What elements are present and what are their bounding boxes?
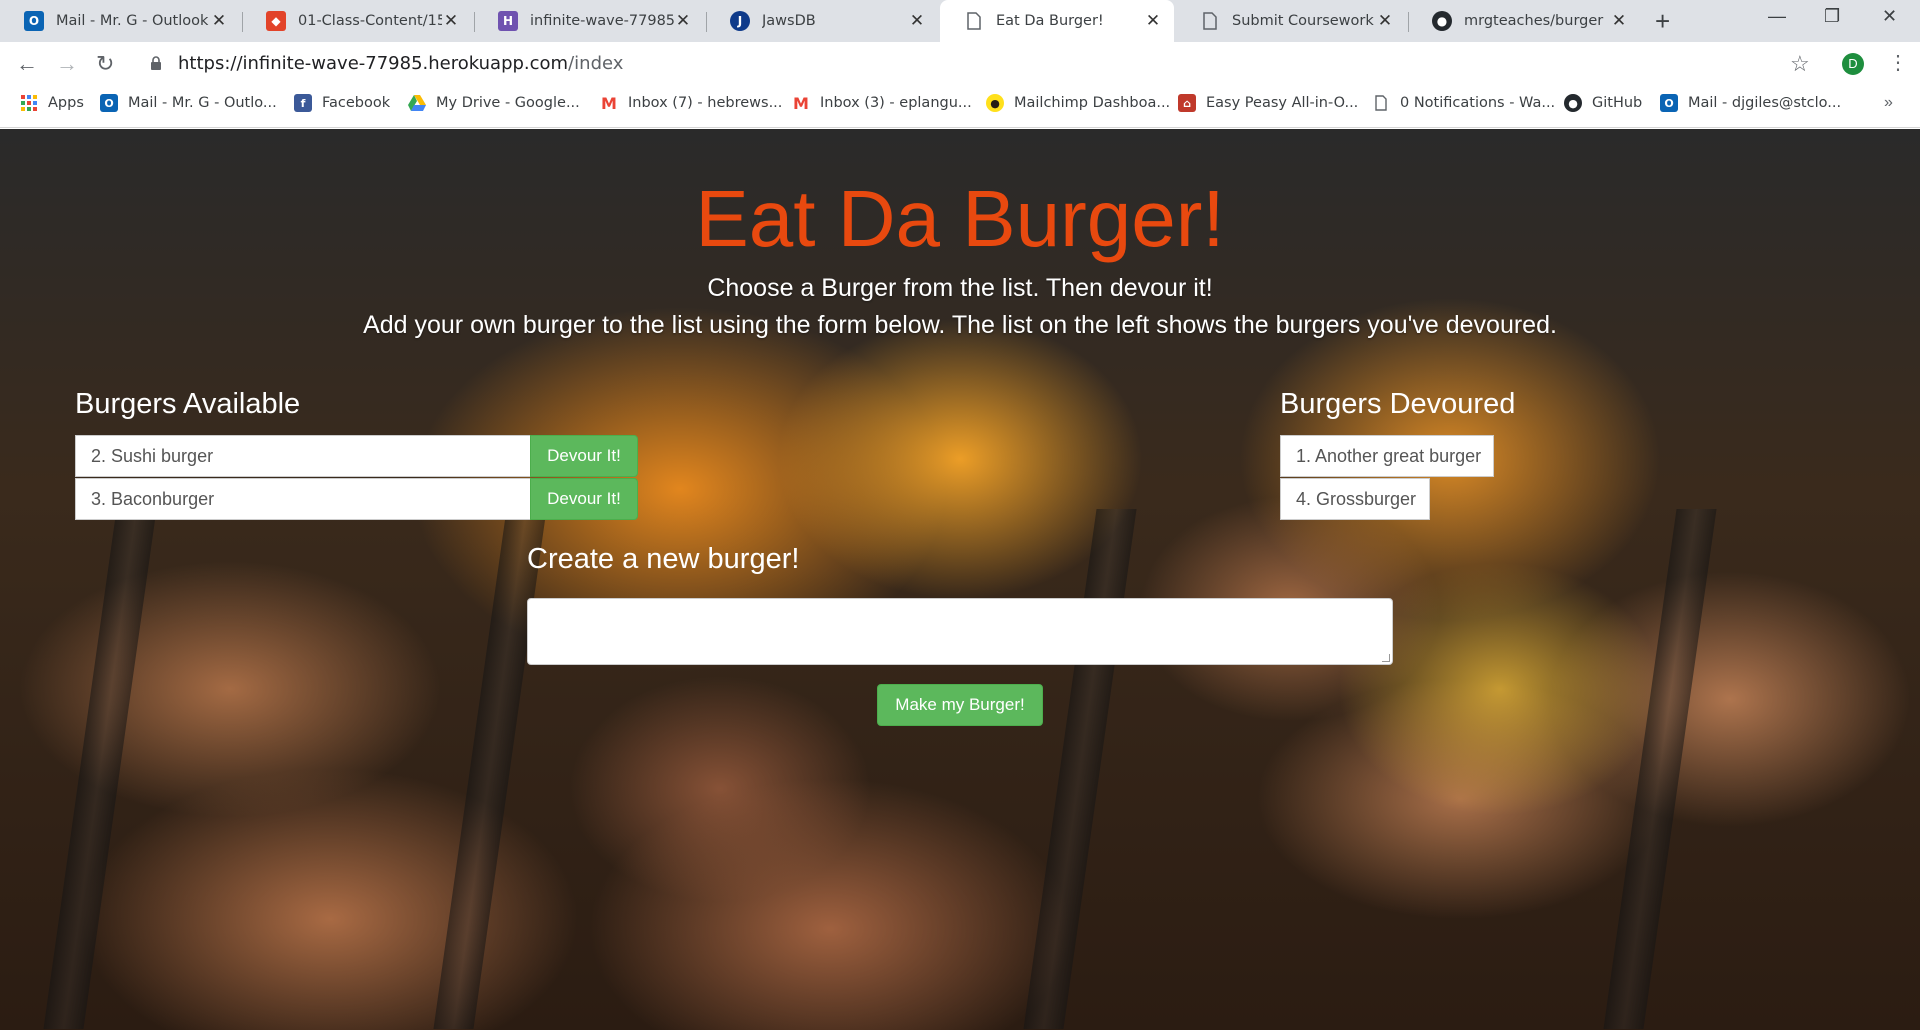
page-background: Eat Da Burger! Choose a Burger from the … bbox=[0, 129, 1920, 1030]
close-icon[interactable]: ✕ bbox=[674, 12, 692, 30]
tab-title: JawsDB bbox=[762, 13, 816, 29]
mailchimp-icon: ● bbox=[986, 94, 1004, 112]
page-subtitle-2: Add your own burger to the list using th… bbox=[363, 311, 1557, 339]
bookmark-star-icon[interactable]: ☆ bbox=[1790, 51, 1810, 77]
tab-title: 01-Class-Content/15-s bbox=[298, 13, 442, 29]
close-icon[interactable]: ✕ bbox=[908, 12, 926, 30]
jawsdb-icon: J bbox=[730, 11, 750, 31]
grill-bar bbox=[433, 509, 547, 1029]
bookmark-outlook-djgiles[interactable]: O Mail - djgiles@stclo... bbox=[1660, 94, 1841, 112]
restore-icon[interactable]: ❐ bbox=[1824, 6, 1840, 27]
page-icon bbox=[1200, 11, 1220, 31]
page-subtitle-1: Choose a Burger from the list. Then devo… bbox=[707, 274, 1213, 302]
create-burger-label: Create a new burger! bbox=[527, 543, 800, 575]
available-burger-item: 3. Baconburger bbox=[75, 478, 531, 520]
grill-bar bbox=[1023, 509, 1137, 1029]
bookmark-label: Inbox (7) - hebrews... bbox=[628, 95, 783, 111]
bookmark-label: Mail - djgiles@stclo... bbox=[1688, 95, 1842, 111]
tab-title: Eat Da Burger! bbox=[996, 13, 1104, 29]
devour-button[interactable]: Devour It! bbox=[530, 435, 638, 477]
address-bar[interactable]: https://infinite-wave-77985.herokuapp.co… bbox=[178, 53, 623, 74]
tab-title: mrgteaches/burger bbox=[1464, 13, 1604, 29]
page-icon bbox=[964, 11, 984, 31]
devour-button[interactable]: Devour It! bbox=[530, 478, 638, 520]
outlook-icon: O bbox=[100, 94, 118, 112]
tab-title: infinite-wave-77985 | H bbox=[530, 13, 674, 29]
page-title: Eat Da Burger! bbox=[695, 174, 1225, 263]
bookmark-gmail-eplangu[interactable]: M Inbox (3) - eplangu... bbox=[792, 93, 972, 113]
burgers-available-heading: Burgers Available bbox=[75, 388, 301, 420]
bookmark-gmail-hebrews[interactable]: M Inbox (7) - hebrews... bbox=[600, 93, 783, 113]
bookmark-apps[interactable]: Apps bbox=[20, 94, 84, 112]
bookmark-label: Easy Peasy All-in-O... bbox=[1206, 95, 1359, 111]
profile-avatar[interactable]: D bbox=[1842, 53, 1864, 75]
bookmark-label: Inbox (3) - eplangu... bbox=[820, 95, 972, 111]
bookmark-label: Mailchimp Dashboa... bbox=[1014, 95, 1171, 111]
devoured-burger-item: 4. Grossburger bbox=[1280, 478, 1430, 520]
bookmark-label: GitHub bbox=[1592, 95, 1643, 111]
resize-grip-icon[interactable] bbox=[1382, 654, 1390, 662]
tab-gitlab[interactable]: ◆ 01-Class-Content/15-s ✕ bbox=[242, 0, 472, 42]
close-icon[interactable]: ✕ bbox=[1610, 12, 1628, 30]
apps-grid-icon bbox=[20, 94, 38, 112]
close-icon[interactable]: ✕ bbox=[1144, 12, 1162, 30]
burger-name-textarea[interactable] bbox=[527, 598, 1393, 665]
bookmark-label: Apps bbox=[48, 95, 84, 111]
lock-icon[interactable] bbox=[150, 56, 162, 70]
page-icon bbox=[1372, 94, 1390, 112]
burgers-devoured-heading: Burgers Devoured bbox=[1280, 388, 1516, 420]
tab-submit-coursework[interactable]: Submit Coursework | B ✕ bbox=[1176, 0, 1406, 42]
outlook-icon: O bbox=[24, 11, 44, 31]
bookmarks-overflow-icon[interactable]: » bbox=[1884, 94, 1893, 112]
bookmark-label: 0 Notifications - Wa... bbox=[1400, 95, 1556, 111]
forward-arrow-icon[interactable]: → bbox=[56, 52, 78, 76]
tab-outlook[interactable]: O Mail - Mr. G - Outlook ✕ bbox=[0, 0, 240, 42]
tab-github[interactable]: ● mrgteaches/burger ✕ bbox=[1408, 0, 1640, 42]
url-path: /index bbox=[568, 53, 624, 74]
schoolhouse-icon: ⌂ bbox=[1178, 94, 1196, 112]
github-icon: ● bbox=[1432, 11, 1452, 31]
gmail-icon: M bbox=[601, 93, 617, 113]
bookmark-notifications[interactable]: 0 Notifications - Wa... bbox=[1372, 94, 1555, 112]
tab-heroku[interactable]: H infinite-wave-77985 | H ✕ bbox=[474, 0, 704, 42]
devoured-burger-item: 1. Another great burger bbox=[1280, 435, 1494, 477]
url-host: https://infinite-wave-77985.herokuapp.co… bbox=[178, 53, 569, 74]
back-arrow-icon[interactable]: ← bbox=[16, 52, 38, 76]
bookmark-google-drive[interactable]: My Drive - Google... bbox=[408, 94, 580, 112]
bookmark-label: Facebook bbox=[322, 95, 391, 111]
bookmark-easy-peasy[interactable]: ⌂ Easy Peasy All-in-O... bbox=[1178, 94, 1358, 112]
github-icon: ● bbox=[1564, 94, 1582, 112]
outlook-icon: O bbox=[1660, 94, 1678, 112]
bookmark-mailchimp[interactable]: ● Mailchimp Dashboa... bbox=[986, 94, 1170, 112]
close-icon[interactable]: ✕ bbox=[1376, 12, 1394, 30]
close-icon[interactable]: ✕ bbox=[210, 12, 228, 30]
gmail-icon: M bbox=[793, 93, 809, 113]
tab-strip: O Mail - Mr. G - Outlook ✕ ◆ 01-Class-Co… bbox=[0, 0, 1920, 42]
reload-icon[interactable]: ↻ bbox=[96, 52, 114, 76]
close-window-icon[interactable]: ✕ bbox=[1882, 6, 1897, 27]
tab-eat-da-burger[interactable]: Eat Da Burger! ✕ bbox=[940, 0, 1174, 42]
new-tab-button[interactable]: + bbox=[1655, 8, 1670, 34]
bookmark-label: My Drive - Google... bbox=[436, 95, 580, 111]
google-drive-icon bbox=[408, 94, 426, 112]
tab-jawsdb[interactable]: J JawsDB ✕ bbox=[706, 0, 938, 42]
tab-title: Submit Coursework | B bbox=[1232, 13, 1376, 29]
bookmark-outlook[interactable]: O Mail - Mr. G - Outlo... bbox=[100, 94, 277, 112]
bookmark-facebook[interactable]: f Facebook bbox=[294, 94, 390, 112]
heroku-icon: H bbox=[498, 11, 518, 31]
gitlab-icon: ◆ bbox=[266, 11, 286, 31]
facebook-icon: f bbox=[294, 94, 312, 112]
make-burger-button[interactable]: Make my Burger! bbox=[877, 684, 1043, 726]
available-burger-item: 2. Sushi burger bbox=[75, 435, 531, 477]
minimize-icon[interactable]: — bbox=[1768, 6, 1786, 27]
menu-dots-icon[interactable]: ⋮ bbox=[1888, 50, 1908, 75]
grill-bar bbox=[1603, 509, 1717, 1029]
bookmark-label: Mail - Mr. G - Outlo... bbox=[128, 95, 277, 111]
tab-title: Mail - Mr. G - Outlook bbox=[56, 13, 209, 29]
close-icon[interactable]: ✕ bbox=[442, 12, 460, 30]
bookmark-github[interactable]: ● GitHub bbox=[1564, 94, 1642, 112]
grill-bar bbox=[43, 509, 157, 1029]
